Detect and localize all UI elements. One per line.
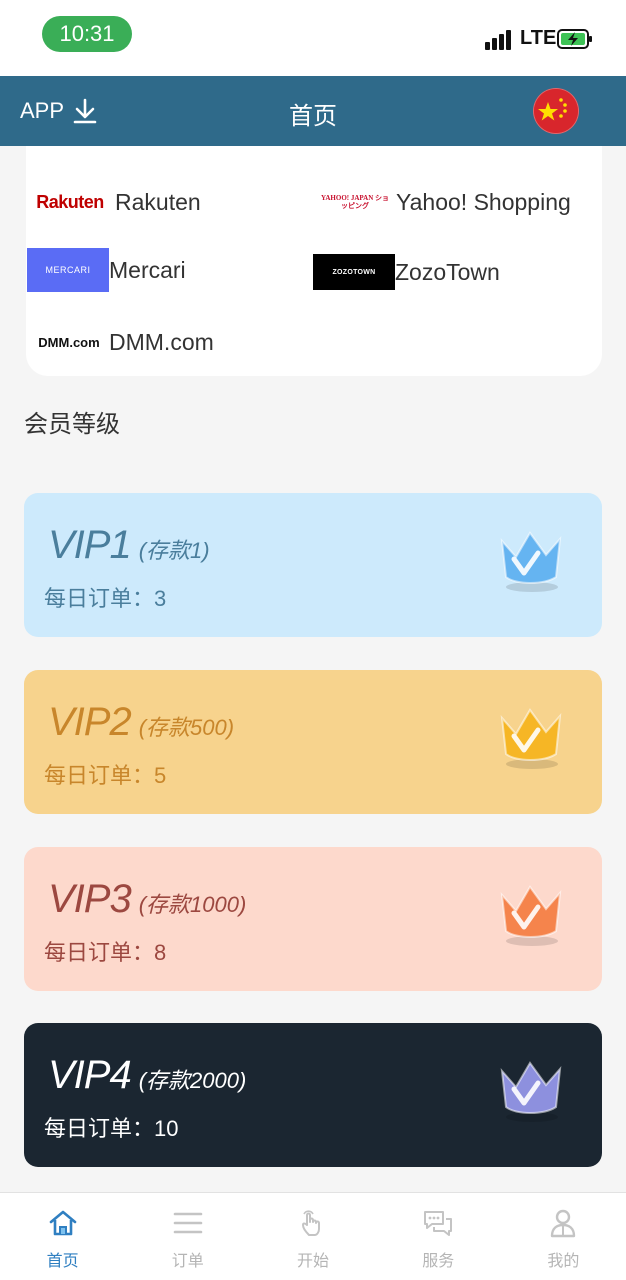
vip-card-1[interactable]: VIP1 (存款1) 每日订单：3 [24, 493, 602, 637]
tab-home[interactable]: 首页 [0, 1193, 125, 1280]
vip-level-name: VIP2 (存款500) [48, 700, 235, 744]
platform-item-rakuten[interactable]: Rakuten Rakuten [32, 182, 201, 222]
platform-item-mercari[interactable]: MERCARI Mercari [27, 248, 186, 292]
platform-name: DMM.com [109, 328, 214, 355]
tap-hand-icon [302, 1210, 320, 1236]
tab-label: 开始 [297, 1251, 330, 1270]
yahoo-shopping-logo: YAHOO! JAPAN ショッピング [320, 194, 390, 210]
crown-icon [500, 531, 562, 592]
vip-daily-orders: 每日订单：3 [44, 586, 167, 612]
vip-deposit: (存款1) [138, 538, 210, 563]
vip-deposit: (存款2000) [138, 1068, 247, 1093]
platform-item-dmm[interactable]: DMM.com DMM.com [32, 322, 214, 362]
list-icon [173, 1212, 203, 1234]
tab-label: 首页 [46, 1251, 79, 1270]
vip-card-3[interactable]: VIP3 (存款1000) 每日订单：8 [24, 847, 602, 991]
network-type: LTE [520, 27, 557, 49]
tab-label: 服务 [422, 1251, 455, 1270]
crown-icon [500, 885, 562, 946]
tab-orders[interactable]: 订单 [125, 1193, 250, 1280]
home-icon [49, 1210, 76, 1236]
platform-name: ZozoTown [395, 258, 500, 285]
platform-name: Rakuten [115, 188, 201, 215]
bottom-tab-bar: 首页 订单 开始 服务 我的 [0, 1192, 626, 1280]
vip-card-4[interactable]: VIP4 (存款2000) 每日订单：10 [24, 1023, 602, 1167]
section-title-membership: 会员等级 [24, 410, 120, 438]
status-bar: 10:31 LTE [0, 0, 626, 76]
vip-level-name: VIP1 (存款1) [48, 523, 210, 567]
rakuten-logo: Rakuten [36, 191, 104, 212]
vip-deposit: (存款1000) [138, 892, 247, 917]
mercari-logo: MERCARI [27, 248, 109, 292]
zozotown-logo: ZOZOTOWN [313, 254, 395, 290]
app-header: APP 首页 [0, 76, 626, 146]
vip-daily-orders: 每日订单：8 [44, 940, 167, 966]
platform-name: Yahoo! Shopping [396, 188, 571, 215]
tab-label: 订单 [171, 1251, 204, 1270]
platform-card: Rakuten Rakuten YAHOO! JAPAN ショッピング Yaho… [26, 146, 602, 376]
chat-icon [424, 1211, 453, 1236]
vip-deposit: (存款500) [138, 715, 235, 740]
platform-item-zozotown[interactable]: ZOZOTOWN ZozoTown [313, 252, 500, 292]
platform-item-yahoo[interactable]: YAHOO! JAPAN ショッピング Yahoo! Shopping [317, 182, 571, 222]
platform-name: Mercari [109, 256, 186, 283]
vip-level-name: VIP3 (存款1000) [48, 877, 247, 921]
dmm-logo: DMM.com [38, 334, 100, 350]
vip-level-name: VIP4 (存款2000) [48, 1053, 247, 1097]
page-title: 首页 [289, 102, 337, 130]
crown-icon [500, 1061, 562, 1122]
tab-start[interactable]: 开始 [250, 1193, 375, 1280]
china-flag-icon [534, 89, 578, 133]
tab-profile[interactable]: 我的 [501, 1193, 626, 1280]
vip-daily-orders: 每日订单：5 [44, 763, 167, 789]
vip-card-2[interactable]: VIP2 (存款500) 每日订单：5 [24, 670, 602, 814]
status-time: 10:31 [42, 16, 132, 52]
battery-charging-icon [557, 29, 592, 49]
language-flag-button[interactable] [533, 88, 579, 134]
crown-icon [500, 708, 562, 769]
tab-label: 我的 [547, 1251, 580, 1270]
signal-icon [485, 28, 515, 50]
vip-daily-orders: 每日订单：10 [44, 1116, 179, 1142]
user-icon [551, 1209, 576, 1238]
tab-service[interactable]: 服务 [376, 1193, 501, 1280]
